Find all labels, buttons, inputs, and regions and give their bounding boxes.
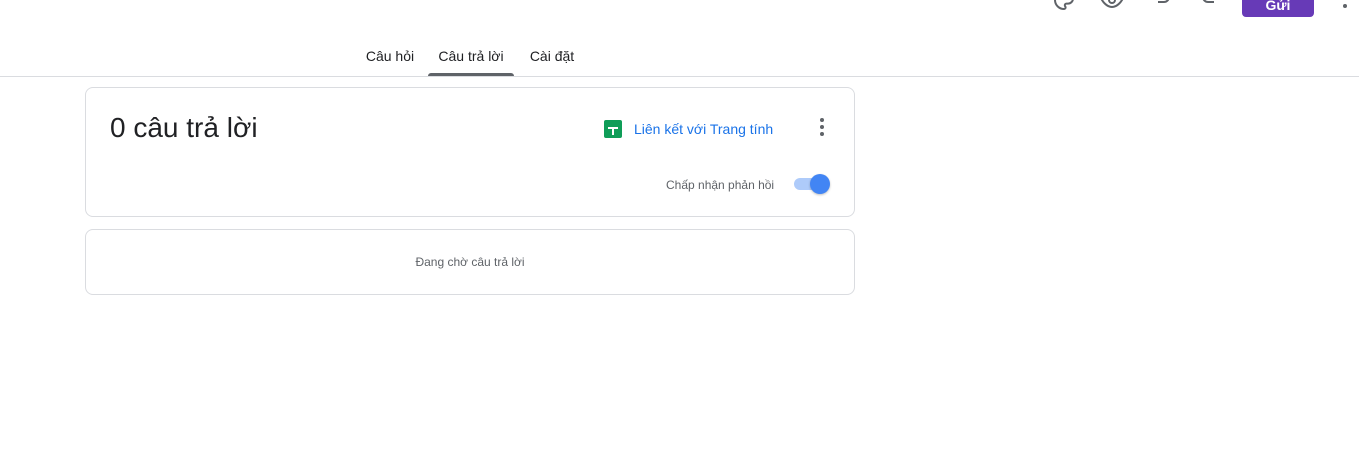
tab-settings[interactable]: Cài đặt: [518, 48, 586, 76]
send-button[interactable]: Gửi: [1242, 0, 1314, 17]
accepting-responses-toggle[interactable]: [792, 174, 830, 194]
palette-icon[interactable]: [1052, 0, 1076, 12]
empty-state-card: Đang chờ câu trả lời: [85, 229, 855, 295]
more-options-icon[interactable]: [820, 118, 824, 136]
toggle-thumb: [810, 174, 830, 194]
tab-questions[interactable]: Câu hỏi: [354, 48, 426, 76]
more-vert-icon[interactable]: [1342, 0, 1348, 12]
tab-responses-label: Câu trả lời: [438, 48, 504, 64]
responses-summary-card: 0 câu trả lời Liên kết với Trang tính Ch…: [85, 87, 855, 217]
top-toolbar: Gửi: [0, 0, 1359, 20]
link-to-sheets-label: Liên kết với Trang tính: [634, 121, 774, 137]
response-count: 0 câu trả lời: [110, 112, 258, 143]
tab-responses[interactable]: Câu trả lời: [428, 48, 514, 76]
undo-icon[interactable]: [1150, 0, 1174, 12]
accepting-responses-label: Chấp nhận phản hồi: [666, 178, 775, 192]
waiting-message: Đang chờ câu trả lời: [415, 255, 525, 269]
redo-icon[interactable]: [1198, 0, 1222, 12]
tab-questions-label: Câu hỏi: [365, 48, 415, 64]
preview-icon[interactable]: [1100, 0, 1124, 12]
link-to-sheets-button[interactable]: Liên kết với Trang tính: [604, 118, 773, 140]
send-button-label: Gửi: [1265, 0, 1291, 13]
tab-settings-label: Cài đặt: [529, 48, 575, 64]
sheets-icon: [604, 120, 622, 138]
form-tabs: Câu hỏi Câu trả lời Cài đặt: [0, 40, 1359, 77]
